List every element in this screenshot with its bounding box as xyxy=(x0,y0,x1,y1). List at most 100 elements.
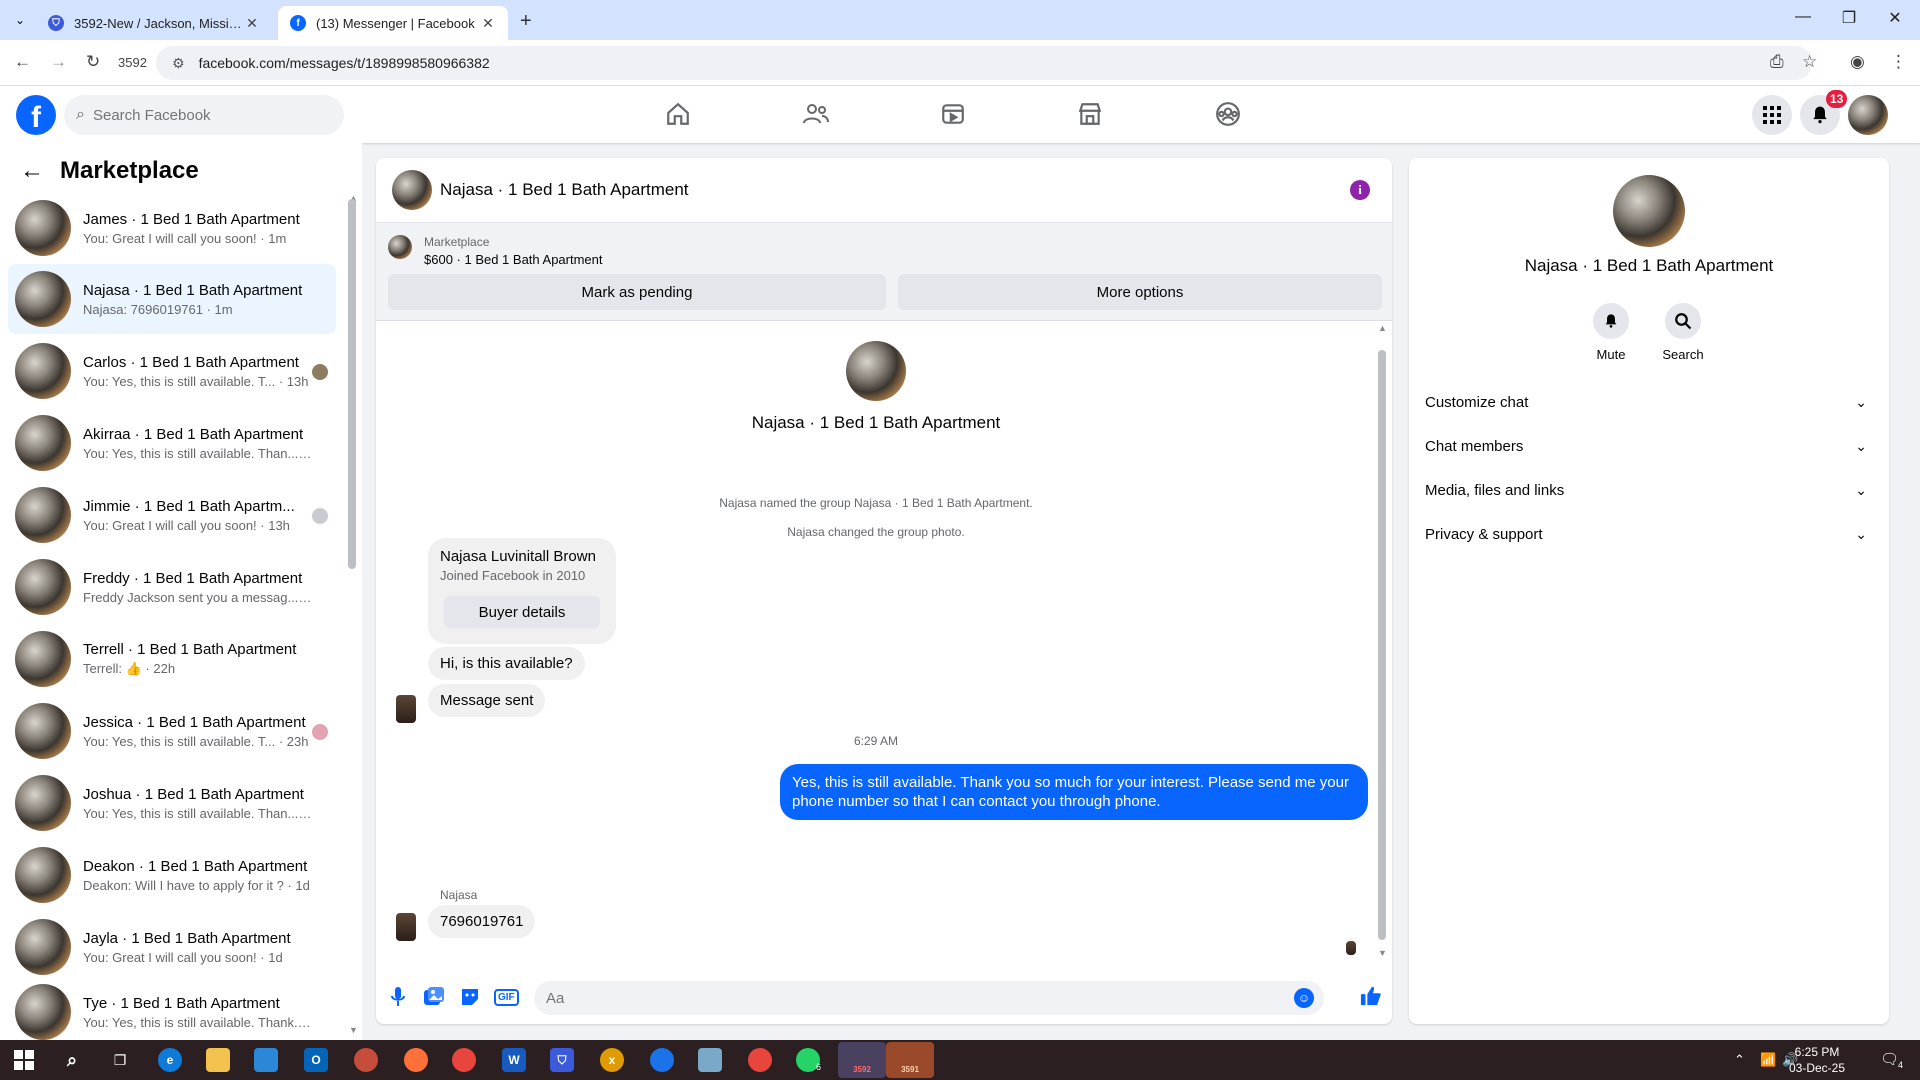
conversation-item[interactable]: Carlos · 1 Bed 1 Bath Apartment You: Yes,… xyxy=(8,336,336,406)
mark-as-pending-button[interactable]: Mark as pending xyxy=(388,274,886,310)
thumbs-up-icon[interactable] xyxy=(1360,985,1382,1012)
media-files-links-section[interactable]: Media, files and links ⌄ xyxy=(1425,468,1873,512)
sticker-icon[interactable] xyxy=(460,987,480,1012)
groups-icon[interactable] xyxy=(1208,96,1248,132)
friends-icon[interactable] xyxy=(796,96,836,132)
edge-icon[interactable]: e xyxy=(158,1048,182,1072)
scrollbar-thumb[interactable] xyxy=(1378,350,1386,940)
conversation-item[interactable]: Joshua · 1 Bed 1 Bath Apartment You: Yes,… xyxy=(8,768,336,838)
back-arrow-icon[interactable]: ← xyxy=(14,52,31,72)
forward-arrow-icon[interactable]: → xyxy=(50,52,67,72)
clock[interactable]: 6:25 PM 03-Dec-25 xyxy=(1772,1044,1862,1076)
bookmark-star-icon[interactable]: ☆ xyxy=(1802,52,1817,72)
chat-header[interactable]: Najasa · 1 Bed 1 Bath Apartment i xyxy=(376,158,1392,223)
account-avatar[interactable] xyxy=(1848,95,1888,135)
search-box[interactable]: ⌕ xyxy=(64,95,344,135)
profile-icon[interactable]: ◉ xyxy=(1850,52,1865,72)
search-input[interactable] xyxy=(92,106,313,124)
search-action[interactable]: Search xyxy=(1653,303,1713,362)
photo-icon[interactable] xyxy=(424,987,444,1012)
app-window-3592[interactable]: 3592 xyxy=(838,1042,886,1078)
task-view-icon[interactable]: ❐ xyxy=(108,1048,132,1072)
scroll-up-arrow-icon[interactable]: ▲ xyxy=(1378,323,1387,333)
reload-icon[interactable]: ↻ xyxy=(86,52,100,72)
restore-icon[interactable]: ❐ xyxy=(1826,8,1872,28)
conversation-name: Deakon · 1 Bed 1 Bath Apartment xyxy=(83,857,308,875)
read-receipt-avatar xyxy=(312,364,328,380)
incoming-message[interactable]: Hi, is this available? xyxy=(428,647,585,680)
app-icon[interactable] xyxy=(650,1048,674,1072)
conversation-item[interactable]: Tye · 1 Bed 1 Bath Apartment You: Yes, th… xyxy=(8,984,336,1040)
chrome-icon[interactable] xyxy=(748,1048,772,1072)
menu-grid-icon[interactable] xyxy=(1752,95,1792,135)
tab-search-icon[interactable]: ⌄ xyxy=(10,10,30,30)
buyer-card: Najasa Luvinitall Brown Joined Facebook … xyxy=(428,538,616,644)
listing-text[interactable]: $600 · 1 Bed 1 Bath Apartment xyxy=(424,252,603,267)
app-icon[interactable] xyxy=(354,1048,378,1072)
conversation-item[interactable]: Jimmie · 1 Bed 1 Bath Apartm... You: Grea… xyxy=(8,480,336,550)
message-thread[interactable]: Najasa · 1 Bed 1 Bath Apartment Najasa n… xyxy=(376,321,1392,971)
message-input[interactable] xyxy=(546,989,1286,1007)
avatar xyxy=(15,631,71,687)
conversation-item[interactable]: James · 1 Bed 1 Bath Apartment You: Great… xyxy=(8,193,336,263)
avatar xyxy=(15,487,71,543)
more-options-button[interactable]: More options xyxy=(898,274,1382,310)
microphone-icon[interactable] xyxy=(390,987,406,1012)
privacy-support-section[interactable]: Privacy & support ⌄ xyxy=(1425,512,1873,556)
windows-start-icon[interactable] xyxy=(12,1048,36,1072)
app-icon[interactable]: x xyxy=(600,1048,624,1072)
close-icon[interactable]: ✕ xyxy=(480,15,496,32)
conversation-item[interactable]: Jayla · 1 Bed 1 Bath Apartment You: Great… xyxy=(8,912,336,982)
search-icon xyxy=(1665,303,1701,339)
store-icon[interactable] xyxy=(254,1048,278,1072)
scroll-down-arrow-icon[interactable]: ▼ xyxy=(349,1025,358,1035)
clock-date: 03-Dec-25 xyxy=(1788,1061,1846,1075)
home-icon[interactable] xyxy=(658,96,698,132)
video-icon[interactable] xyxy=(933,96,973,132)
firefox-icon[interactable] xyxy=(404,1048,428,1072)
conversation-preview: Najasa: 7696019761 · 1m xyxy=(83,301,233,317)
outlook-icon[interactable]: O xyxy=(304,1048,328,1072)
message-input-box[interactable]: ☺ xyxy=(534,981,1324,1015)
chevron-up-icon[interactable]: ⌃ xyxy=(1734,1052,1745,1068)
notepad-icon[interactable] xyxy=(698,1048,722,1072)
shield-icon[interactable]: ⛉ xyxy=(550,1048,574,1072)
info-icon[interactable]: i xyxy=(1350,180,1370,200)
minimize-icon[interactable]: — xyxy=(1780,8,1826,26)
conversation-item[interactable]: Terrell · 1 Bed 1 Bath Apartment Terrell:… xyxy=(8,624,336,694)
search-icon[interactable]: ⌕ xyxy=(60,1048,84,1072)
install-app-icon[interactable]: ⎙ xyxy=(1770,52,1784,72)
marketplace-icon[interactable] xyxy=(1070,96,1110,132)
site-info-icon[interactable]: ⚙ xyxy=(172,55,185,72)
emoji-icon[interactable]: ☺ xyxy=(1294,988,1314,1008)
tab-active[interactable]: f (13) Messenger | Facebook ✕ xyxy=(278,6,508,40)
app-window-3591[interactable]: 3591 xyxy=(886,1042,934,1078)
incoming-message[interactable]: 7696019761 xyxy=(428,905,536,938)
word-icon[interactable]: W xyxy=(502,1048,526,1072)
tab-inactive[interactable]: ⛉ 3592-New / Jackson, Mississippi ✕ xyxy=(36,6,272,40)
file-explorer-icon[interactable] xyxy=(206,1048,230,1072)
scrollbar-thumb[interactable] xyxy=(348,199,356,569)
url-bar[interactable]: ⚙ facebook.com/messages/t/18989985809663… xyxy=(156,46,1812,80)
chrome-icon[interactable] xyxy=(452,1048,476,1072)
facebook-logo-icon[interactable]: f xyxy=(16,95,56,135)
outgoing-message[interactable]: Yes, this is still available. Thank you … xyxy=(780,764,1368,820)
customize-chat-section[interactable]: Customize chat ⌄ xyxy=(1425,380,1873,424)
conversation-item-selected[interactable]: Najasa · 1 Bed 1 Bath Apartment Najasa: 7… xyxy=(8,264,336,334)
back-arrow-icon[interactable]: ← xyxy=(20,157,44,185)
incoming-message[interactable]: Message sent xyxy=(428,684,546,717)
close-icon[interactable]: ✕ xyxy=(244,15,260,32)
gif-icon[interactable]: GIF xyxy=(494,989,519,1006)
mute-action[interactable]: Mute xyxy=(1581,303,1641,362)
conversation-item[interactable]: Freddy · 1 Bed 1 Bath Apartment Freddy Ja… xyxy=(8,552,336,622)
buyer-details-button[interactable]: Buyer details xyxy=(444,596,600,628)
new-tab-icon[interactable]: + xyxy=(520,10,532,33)
window-close-icon[interactable]: ✕ xyxy=(1872,8,1918,28)
notification-icon[interactable]: 🗨 xyxy=(1880,1050,1899,1068)
conversation-item[interactable]: Deakon · 1 Bed 1 Bath Apartment Deakon: W… xyxy=(8,840,336,910)
chat-members-section[interactable]: Chat members ⌄ xyxy=(1425,424,1873,468)
conversation-item[interactable]: Jessica · 1 Bed 1 Bath Apartment You: Yes… xyxy=(8,696,336,766)
menu-dots-icon[interactable]: ⋮ xyxy=(1890,52,1907,72)
scroll-down-arrow-icon[interactable]: ▼ xyxy=(1378,948,1387,958)
conversation-item[interactable]: Akirraa · 1 Bed 1 Bath Apartment You: Yes… xyxy=(8,408,336,478)
